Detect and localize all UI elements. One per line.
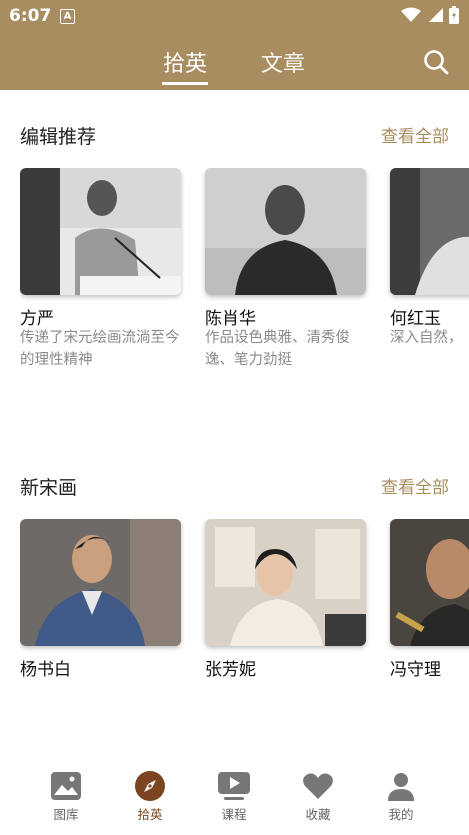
status-icons	[401, 6, 459, 24]
nav-item-mine[interactable]: 我的	[366, 770, 436, 823]
nav-label: 课程	[221, 807, 247, 822]
card-row: 杨书白 张芳妮 冯守理	[20, 519, 469, 759]
artist-card[interactable]: 冯守理	[390, 519, 469, 680]
artist-name: 杨书白	[20, 660, 71, 680]
artist-desc: 深入自然，	[390, 330, 463, 346]
play-icon	[199, 770, 269, 802]
see-all-link[interactable]: 查看全部	[381, 122, 449, 147]
nav-label: 拾英	[137, 807, 163, 822]
heart-icon	[283, 770, 353, 802]
artist-photo	[390, 519, 469, 646]
gallery-icon	[31, 770, 101, 802]
artist-photo	[205, 168, 366, 295]
artist-name: 方严	[20, 309, 54, 329]
nav-item-favorites[interactable]: 收藏	[283, 770, 353, 823]
nav-label: 我的	[388, 807, 414, 822]
top-tabs: 拾英 文章	[0, 44, 469, 88]
card-row: 方严 传递了宋元绘画流淌至今的理性精神 陈肖华 作品设色典雅、清秀俊逸、笔力劲挺	[20, 168, 469, 408]
nav-label: 图库	[53, 807, 79, 822]
artist-card[interactable]: 方严 传递了宋元绘画流淌至今的理性精神	[20, 168, 181, 368]
app-header: 6:07 A 拾英 文章	[0, 0, 469, 90]
artist-card[interactable]: 何红玉 深入自然，	[390, 168, 469, 346]
artist-photo	[205, 519, 366, 646]
artist-name: 何红玉	[390, 309, 441, 329]
section-title: 编辑推荐	[20, 126, 97, 148]
wifi-icon	[401, 7, 421, 22]
search-icon[interactable]	[422, 48, 450, 76]
bottom-nav: 图库 拾英 课程 收藏 我的	[0, 762, 469, 835]
artist-name: 张芳妮	[205, 660, 256, 680]
nav-item-shiying[interactable]: 拾英	[115, 770, 185, 823]
person-icon	[366, 770, 436, 802]
see-all-link[interactable]: 查看全部	[381, 473, 449, 498]
tab-articles[interactable]: 文章	[260, 46, 306, 78]
artist-desc: 传递了宋元绘画流淌至今的理性精神	[20, 330, 180, 368]
artist-card[interactable]: 张芳妮	[205, 519, 366, 680]
status-time: 6:07	[9, 6, 52, 26]
artist-desc: 作品设色典雅、清秀俊逸、笔力劲挺	[205, 330, 350, 368]
artist-photo	[20, 519, 181, 646]
artist-card[interactable]: 杨书白	[20, 519, 181, 680]
status-bar: 6:07 A	[0, 0, 469, 32]
nav-item-courses[interactable]: 课程	[199, 770, 269, 823]
section-title: 新宋画	[20, 477, 78, 499]
compass-icon	[115, 770, 185, 802]
notification-icon: A	[60, 9, 75, 24]
nav-label: 收藏	[305, 807, 331, 822]
artist-name: 陈肖华	[205, 309, 256, 329]
tab-shiying[interactable]: 拾英	[162, 46, 208, 85]
artist-photo	[390, 168, 469, 295]
artist-card[interactable]: 陈肖华 作品设色典雅、清秀俊逸、笔力劲挺	[205, 168, 366, 368]
signal-icon	[429, 8, 443, 22]
battery-icon	[449, 6, 459, 24]
artist-photo	[20, 168, 181, 295]
artist-name: 冯守理	[390, 660, 441, 680]
nav-item-gallery[interactable]: 图库	[31, 770, 101, 823]
